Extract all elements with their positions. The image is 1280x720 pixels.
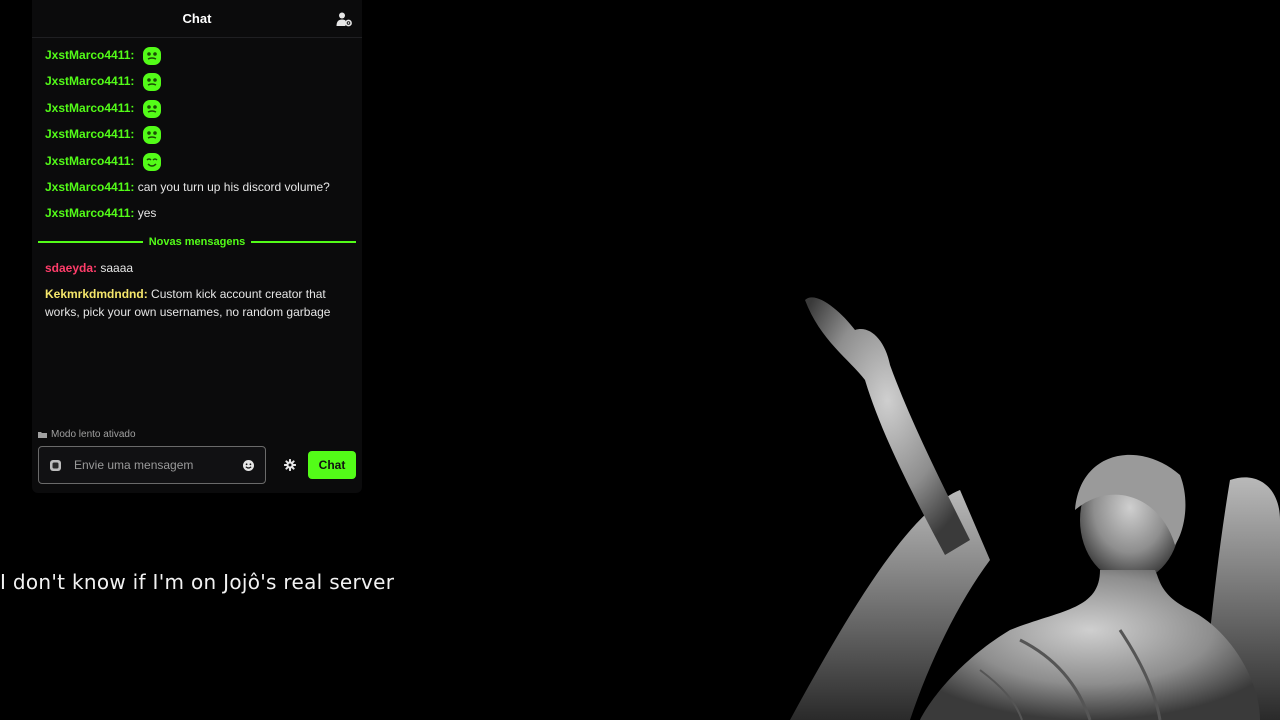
message-list: JxstMarco4411: JxstMarco4411: JxstMarco4… xyxy=(45,46,355,231)
message-text: can you turn up his discord volume? xyxy=(137,179,330,194)
angel-statue-image xyxy=(790,297,1280,720)
user-settings-icon[interactable] xyxy=(336,11,352,27)
new-message-list: sdaeyda: saaaa Kekmrkdmdndnd: Custom kic… xyxy=(45,259,355,321)
green-blob-emote xyxy=(142,125,162,145)
message-username[interactable]: Kekmrkdmdndnd xyxy=(45,287,144,301)
folder-icon xyxy=(38,430,47,439)
message-username[interactable]: JxstMarco4411 xyxy=(45,75,130,89)
message-username[interactable]: sdaeyda xyxy=(45,261,93,275)
message-username[interactable]: JxstMarco4411 xyxy=(45,180,130,194)
chat-message: JxstMarco4411: xyxy=(45,125,355,151)
chat-message: JxstMarco4411: yes xyxy=(45,206,157,221)
chat-settings-gear-icon[interactable] xyxy=(281,456,299,474)
chat-header: Chat xyxy=(32,0,362,38)
message-username[interactable]: JxstMarco4411 xyxy=(45,127,130,141)
message-username[interactable]: JxstMarco4411 xyxy=(45,206,130,220)
message-input[interactable] xyxy=(74,458,242,472)
chat-title: Chat xyxy=(182,11,212,26)
shield-icon[interactable] xyxy=(49,459,62,472)
subtitle-caption: I don't know if I'm on Jojô's real serve… xyxy=(0,570,395,594)
divider-line xyxy=(251,241,357,243)
chat-message: JxstMarco4411: xyxy=(45,72,355,98)
chat-message: JxstMarco4411: can you turn up his disco… xyxy=(45,179,330,194)
message-username[interactable]: JxstMarco4411 xyxy=(45,154,130,168)
chat-panel: Chat JxstMarco4411: JxstMarco4411: JxstM… xyxy=(32,0,362,493)
message-input-box[interactable] xyxy=(38,446,266,484)
emoji-icon[interactable] xyxy=(242,459,255,472)
message-username[interactable]: JxstMarco4411 xyxy=(45,101,130,115)
divider-line xyxy=(38,241,143,243)
chat-message: JxstMarco4411: xyxy=(45,152,355,178)
green-blob-emote xyxy=(142,99,162,119)
chat-message: JxstMarco4411: xyxy=(45,46,355,72)
new-messages-label: Novas mensagens xyxy=(148,236,246,248)
message-text: yes xyxy=(137,206,157,221)
green-blob-emote xyxy=(142,72,162,92)
message-text: saaaa xyxy=(100,261,134,275)
chat-message: sdaeyda: saaaa xyxy=(45,261,134,275)
slow-mode-text: Modo lento ativado xyxy=(51,429,136,440)
chat-message: Kekmrkdmdndnd: Custom kick account creat… xyxy=(45,287,331,319)
green-blob-smile-emote xyxy=(142,152,162,172)
green-blob-emote xyxy=(142,46,162,66)
new-messages-divider: Novas mensagens xyxy=(38,233,357,251)
message-username[interactable]: JxstMarco4411 xyxy=(45,48,130,62)
chat-message: JxstMarco4411: xyxy=(45,99,355,125)
send-chat-button[interactable]: Chat xyxy=(308,451,356,479)
slow-mode-notice: Modo lento ativado xyxy=(38,429,136,440)
